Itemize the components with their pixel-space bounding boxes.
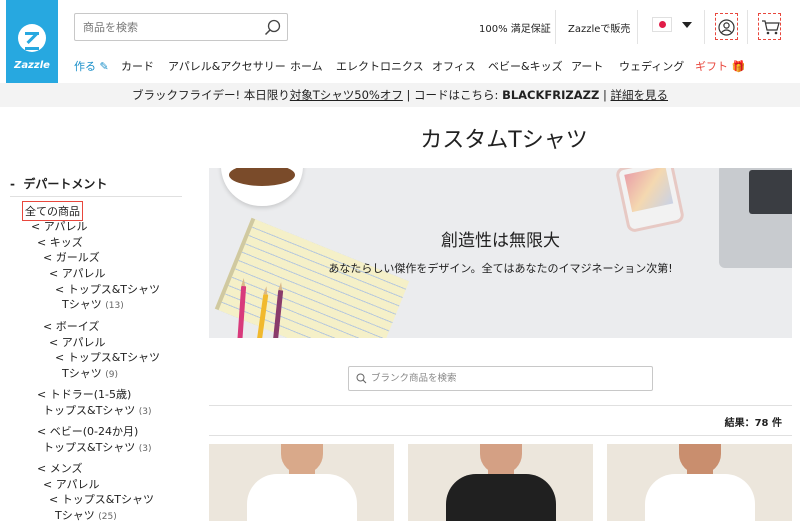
search-input[interactable] [75,14,255,40]
nav-item-office[interactable]: オフィス [432,58,476,74]
tshirt-image [446,474,556,521]
product-tile[interactable] [408,444,593,521]
cart-icon [762,20,780,35]
results-count: 結果：78 件 [724,418,782,429]
divider [747,10,748,44]
nav-item-electronics[interactable]: エレクトロニクス [336,58,424,74]
page-title: カスタムTシャツ [420,128,588,153]
nav-item-art[interactable]: アート [571,58,603,74]
nav-item-wedding[interactable]: ウェディング [619,58,684,74]
pencil-icon: ✎ [96,60,109,73]
account-button[interactable] [715,13,738,40]
product-tile[interactable] [607,444,792,521]
chevron-down-icon[interactable] [682,22,692,28]
sidebar-item[interactable]: < トップス&Tシャツ [49,491,154,507]
nav-item-cards[interactable]: カード [121,58,154,74]
divider [704,10,705,44]
divider [10,196,182,197]
sidebar-item[interactable]: < トドラー(1-5歳) [37,386,131,402]
satisfaction-guarantee-link[interactable]: 100% 満足保証 [479,20,551,35]
department-title: デパートメント [23,177,108,191]
nav-item-home[interactable]: ホーム [290,58,323,74]
tshirt-image [247,474,357,521]
tshirt-image [645,474,755,521]
sidebar-item[interactable]: Tシャツ (25) [55,507,117,521]
promo-details-link[interactable]: 詳細を見る [611,87,669,103]
promo-text: | コードはこちら: [402,88,503,102]
coffee-cup-image [221,168,303,206]
blank-product-search [348,366,653,391]
phone-image [614,168,686,234]
promo-text: ブラックフライデー! 本日限り [131,88,290,102]
divider [555,10,556,44]
sidebar-item[interactable]: < アパレル [31,218,88,234]
nav-create-label: 作る [74,60,96,73]
divider [637,10,638,44]
zazzle-z-icon [18,24,46,52]
sidebar-item[interactable]: < メンズ [37,460,83,476]
nav-item-baby-kids[interactable]: ベビー&キッズ [488,58,563,74]
search-icon[interactable] [264,19,281,36]
sidebar-item[interactable]: < キッズ [37,234,83,250]
sidebar-item[interactable]: < トップス&Tシャツ [55,281,160,297]
department-heading[interactable]: - デパートメント [10,175,107,192]
search-icon[interactable] [356,373,367,384]
cart-button[interactable] [758,13,781,40]
laptop-image [719,168,792,268]
sidebar-item[interactable]: < ガールズ [43,249,100,265]
divider [209,405,792,406]
banner-title: 創造性は無限大 [441,231,560,251]
promo-code: BLACKFRIZAZZ [502,88,600,102]
product-tile[interactable] [209,444,394,521]
blank-search-input[interactable] [371,367,641,390]
gift-icon: 🎁 [728,60,746,73]
sidebar-item[interactable]: トップス&Tシャツ (3) [43,439,152,455]
nav-item-apparel[interactable]: アパレル&アクセサリー [168,58,286,74]
sidebar-item[interactable]: < アパレル [49,334,106,350]
user-icon [718,19,735,36]
nav-item-gift[interactable]: ギフト 🎁 [695,58,745,74]
hero-banner: 創造性は無限大 あなたらしい傑作をデザイン。全てはあなたのイマジネーション次第! [209,168,792,338]
sidebar-item[interactable]: Tシャツ (9) [62,365,118,381]
japan-flag-icon[interactable] [652,17,672,32]
site-search [74,13,288,41]
zazzle-logo[interactable]: Zazzle [6,0,58,86]
sidebar-item[interactable]: < トップス&Tシャツ [55,349,160,365]
main-nav: 作る ✎ カード アパレル&アクセサリー ホーム エレクトロニクス オフィス ベ… [74,58,800,76]
sidebar-item[interactable]: < ボーイズ [43,318,99,334]
promo-bar: ブラックフライデー! 本日限り 対象Tシャツ50%オフ | コードはこちら: B… [0,83,800,107]
sell-on-zazzle-link[interactable]: Zazzleで販売 [568,20,630,35]
nav-create[interactable]: 作る ✎ [74,58,109,74]
sidebar-item[interactable]: < ベビー(0-24か月) [37,423,138,439]
banner-subtitle: あなたらしい傑作をデザイン。全てはあなたのイマジネーション次第! [328,262,673,275]
promo-tshirt-link[interactable]: 対象Tシャツ50%オフ [290,87,403,103]
nav-gift-label: ギフト [695,60,728,73]
sidebar-item[interactable]: Tシャツ (13) [62,296,124,312]
collapse-dash: - [10,177,15,191]
promo-text: | [599,88,611,102]
sidebar-item[interactable]: < アパレル [43,476,100,492]
divider [209,435,792,436]
logo-text: Zazzle [14,60,50,71]
sidebar-item[interactable]: < アパレル [49,265,106,281]
sidebar-item[interactable]: トップス&Tシャツ (3) [43,402,152,418]
